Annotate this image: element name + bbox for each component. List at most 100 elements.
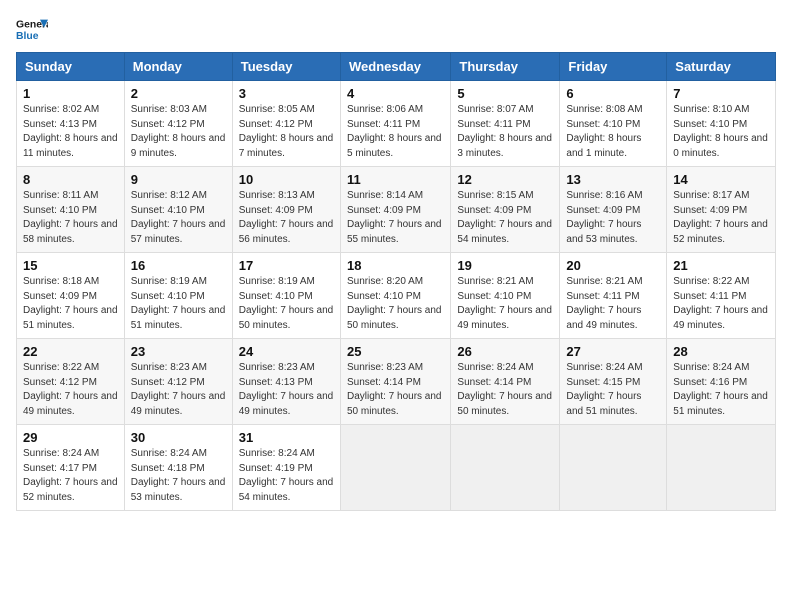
day-number: 9: [131, 172, 226, 187]
day-info: Sunrise: 8:24 AM Sunset: 4:14 PM Dayligh…: [457, 361, 553, 419]
day-number: 16: [131, 258, 226, 273]
day-number: 2: [131, 86, 226, 101]
day-number: 1: [23, 86, 118, 101]
day-info: Sunrise: 8:20 AM Sunset: 4:10 PM Dayligh…: [347, 275, 444, 333]
day-number: 12: [457, 172, 553, 187]
calendar-cell: [667, 425, 776, 511]
day-info: Sunrise: 8:23 AM Sunset: 4:13 PM Dayligh…: [239, 361, 334, 419]
calendar-cell: 25 Sunrise: 8:23 AM Sunset: 4:14 PM Dayl…: [340, 339, 450, 425]
day-info: Sunrise: 8:14 AM Sunset: 4:09 PM Dayligh…: [347, 189, 444, 247]
calendar-cell: 28 Sunrise: 8:24 AM Sunset: 4:16 PM Dayl…: [667, 339, 776, 425]
calendar-cell: 8 Sunrise: 8:11 AM Sunset: 4:10 PM Dayli…: [17, 167, 125, 253]
day-info: Sunrise: 8:23 AM Sunset: 4:12 PM Dayligh…: [131, 361, 226, 419]
day-info: Sunrise: 8:24 AM Sunset: 4:18 PM Dayligh…: [131, 447, 226, 505]
day-info: Sunrise: 8:10 AM Sunset: 4:10 PM Dayligh…: [673, 103, 769, 161]
calendar-cell: 13 Sunrise: 8:16 AM Sunset: 4:09 PM Dayl…: [560, 167, 667, 253]
day-number: 11: [347, 172, 444, 187]
calendar-cell: 6 Sunrise: 8:08 AM Sunset: 4:10 PM Dayli…: [560, 81, 667, 167]
calendar-cell: 9 Sunrise: 8:12 AM Sunset: 4:10 PM Dayli…: [124, 167, 232, 253]
day-info: Sunrise: 8:18 AM Sunset: 4:09 PM Dayligh…: [23, 275, 118, 333]
day-number: 10: [239, 172, 334, 187]
calendar-cell: 15 Sunrise: 8:18 AM Sunset: 4:09 PM Dayl…: [17, 253, 125, 339]
svg-text:Blue: Blue: [16, 31, 39, 42]
day-info: Sunrise: 8:24 AM Sunset: 4:16 PM Dayligh…: [673, 361, 769, 419]
logo: General Blue: [16, 16, 48, 44]
calendar-cell: [340, 425, 450, 511]
day-number: 26: [457, 344, 553, 359]
calendar-cell: 18 Sunrise: 8:20 AM Sunset: 4:10 PM Dayl…: [340, 253, 450, 339]
day-info: Sunrise: 8:24 AM Sunset: 4:17 PM Dayligh…: [23, 447, 118, 505]
day-info: Sunrise: 8:19 AM Sunset: 4:10 PM Dayligh…: [239, 275, 334, 333]
day-number: 31: [239, 430, 334, 445]
calendar-cell: 26 Sunrise: 8:24 AM Sunset: 4:14 PM Dayl…: [451, 339, 560, 425]
calendar-cell: 1 Sunrise: 8:02 AM Sunset: 4:13 PM Dayli…: [17, 81, 125, 167]
day-info: Sunrise: 8:22 AM Sunset: 4:11 PM Dayligh…: [673, 275, 769, 333]
day-number: 27: [566, 344, 660, 359]
day-number: 21: [673, 258, 769, 273]
day-number: 23: [131, 344, 226, 359]
calendar-cell: 23 Sunrise: 8:23 AM Sunset: 4:12 PM Dayl…: [124, 339, 232, 425]
day-info: Sunrise: 8:21 AM Sunset: 4:11 PM Dayligh…: [566, 275, 660, 333]
day-number: 7: [673, 86, 769, 101]
day-number: 13: [566, 172, 660, 187]
day-number: 4: [347, 86, 444, 101]
day-info: Sunrise: 8:06 AM Sunset: 4:11 PM Dayligh…: [347, 103, 444, 161]
day-info: Sunrise: 8:24 AM Sunset: 4:15 PM Dayligh…: [566, 361, 660, 419]
day-header-friday: Friday: [560, 53, 667, 81]
day-info: Sunrise: 8:15 AM Sunset: 4:09 PM Dayligh…: [457, 189, 553, 247]
calendar-cell: 21 Sunrise: 8:22 AM Sunset: 4:11 PM Dayl…: [667, 253, 776, 339]
calendar-cell: 31 Sunrise: 8:24 AM Sunset: 4:19 PM Dayl…: [232, 425, 340, 511]
day-number: 14: [673, 172, 769, 187]
day-info: Sunrise: 8:03 AM Sunset: 4:12 PM Dayligh…: [131, 103, 226, 161]
day-number: 5: [457, 86, 553, 101]
day-number: 15: [23, 258, 118, 273]
calendar-cell: 14 Sunrise: 8:17 AM Sunset: 4:09 PM Dayl…: [667, 167, 776, 253]
day-number: 19: [457, 258, 553, 273]
calendar-cell: 11 Sunrise: 8:14 AM Sunset: 4:09 PM Dayl…: [340, 167, 450, 253]
day-number: 28: [673, 344, 769, 359]
day-number: 3: [239, 86, 334, 101]
calendar: SundayMondayTuesdayWednesdayThursdayFrid…: [16, 52, 776, 511]
day-info: Sunrise: 8:21 AM Sunset: 4:10 PM Dayligh…: [457, 275, 553, 333]
calendar-cell: 12 Sunrise: 8:15 AM Sunset: 4:09 PM Dayl…: [451, 167, 560, 253]
calendar-cell: 2 Sunrise: 8:03 AM Sunset: 4:12 PM Dayli…: [124, 81, 232, 167]
calendar-cell: 27 Sunrise: 8:24 AM Sunset: 4:15 PM Dayl…: [560, 339, 667, 425]
calendar-cell: 10 Sunrise: 8:13 AM Sunset: 4:09 PM Dayl…: [232, 167, 340, 253]
calendar-cell: 30 Sunrise: 8:24 AM Sunset: 4:18 PM Dayl…: [124, 425, 232, 511]
calendar-cell: [560, 425, 667, 511]
calendar-cell: 17 Sunrise: 8:19 AM Sunset: 4:10 PM Dayl…: [232, 253, 340, 339]
day-number: 20: [566, 258, 660, 273]
day-number: 29: [23, 430, 118, 445]
day-info: Sunrise: 8:19 AM Sunset: 4:10 PM Dayligh…: [131, 275, 226, 333]
calendar-cell: 24 Sunrise: 8:23 AM Sunset: 4:13 PM Dayl…: [232, 339, 340, 425]
day-header-wednesday: Wednesday: [340, 53, 450, 81]
calendar-cell: 16 Sunrise: 8:19 AM Sunset: 4:10 PM Dayl…: [124, 253, 232, 339]
day-info: Sunrise: 8:23 AM Sunset: 4:14 PM Dayligh…: [347, 361, 444, 419]
day-header-thursday: Thursday: [451, 53, 560, 81]
calendar-cell: 7 Sunrise: 8:10 AM Sunset: 4:10 PM Dayli…: [667, 81, 776, 167]
day-info: Sunrise: 8:16 AM Sunset: 4:09 PM Dayligh…: [566, 189, 660, 247]
day-number: 6: [566, 86, 660, 101]
day-header-tuesday: Tuesday: [232, 53, 340, 81]
day-number: 24: [239, 344, 334, 359]
calendar-cell: 4 Sunrise: 8:06 AM Sunset: 4:11 PM Dayli…: [340, 81, 450, 167]
day-info: Sunrise: 8:22 AM Sunset: 4:12 PM Dayligh…: [23, 361, 118, 419]
calendar-cell: 20 Sunrise: 8:21 AM Sunset: 4:11 PM Dayl…: [560, 253, 667, 339]
day-info: Sunrise: 8:08 AM Sunset: 4:10 PM Dayligh…: [566, 103, 660, 161]
day-info: Sunrise: 8:11 AM Sunset: 4:10 PM Dayligh…: [23, 189, 118, 247]
day-info: Sunrise: 8:05 AM Sunset: 4:12 PM Dayligh…: [239, 103, 334, 161]
day-header-sunday: Sunday: [17, 53, 125, 81]
calendar-cell: 22 Sunrise: 8:22 AM Sunset: 4:12 PM Dayl…: [17, 339, 125, 425]
calendar-cell: 3 Sunrise: 8:05 AM Sunset: 4:12 PM Dayli…: [232, 81, 340, 167]
day-info: Sunrise: 8:07 AM Sunset: 4:11 PM Dayligh…: [457, 103, 553, 161]
day-number: 8: [23, 172, 118, 187]
day-number: 30: [131, 430, 226, 445]
day-info: Sunrise: 8:24 AM Sunset: 4:19 PM Dayligh…: [239, 447, 334, 505]
day-header-monday: Monday: [124, 53, 232, 81]
calendar-cell: 5 Sunrise: 8:07 AM Sunset: 4:11 PM Dayli…: [451, 81, 560, 167]
day-info: Sunrise: 8:12 AM Sunset: 4:10 PM Dayligh…: [131, 189, 226, 247]
day-number: 25: [347, 344, 444, 359]
day-header-saturday: Saturday: [667, 53, 776, 81]
calendar-cell: 19 Sunrise: 8:21 AM Sunset: 4:10 PM Dayl…: [451, 253, 560, 339]
day-info: Sunrise: 8:02 AM Sunset: 4:13 PM Dayligh…: [23, 103, 118, 161]
